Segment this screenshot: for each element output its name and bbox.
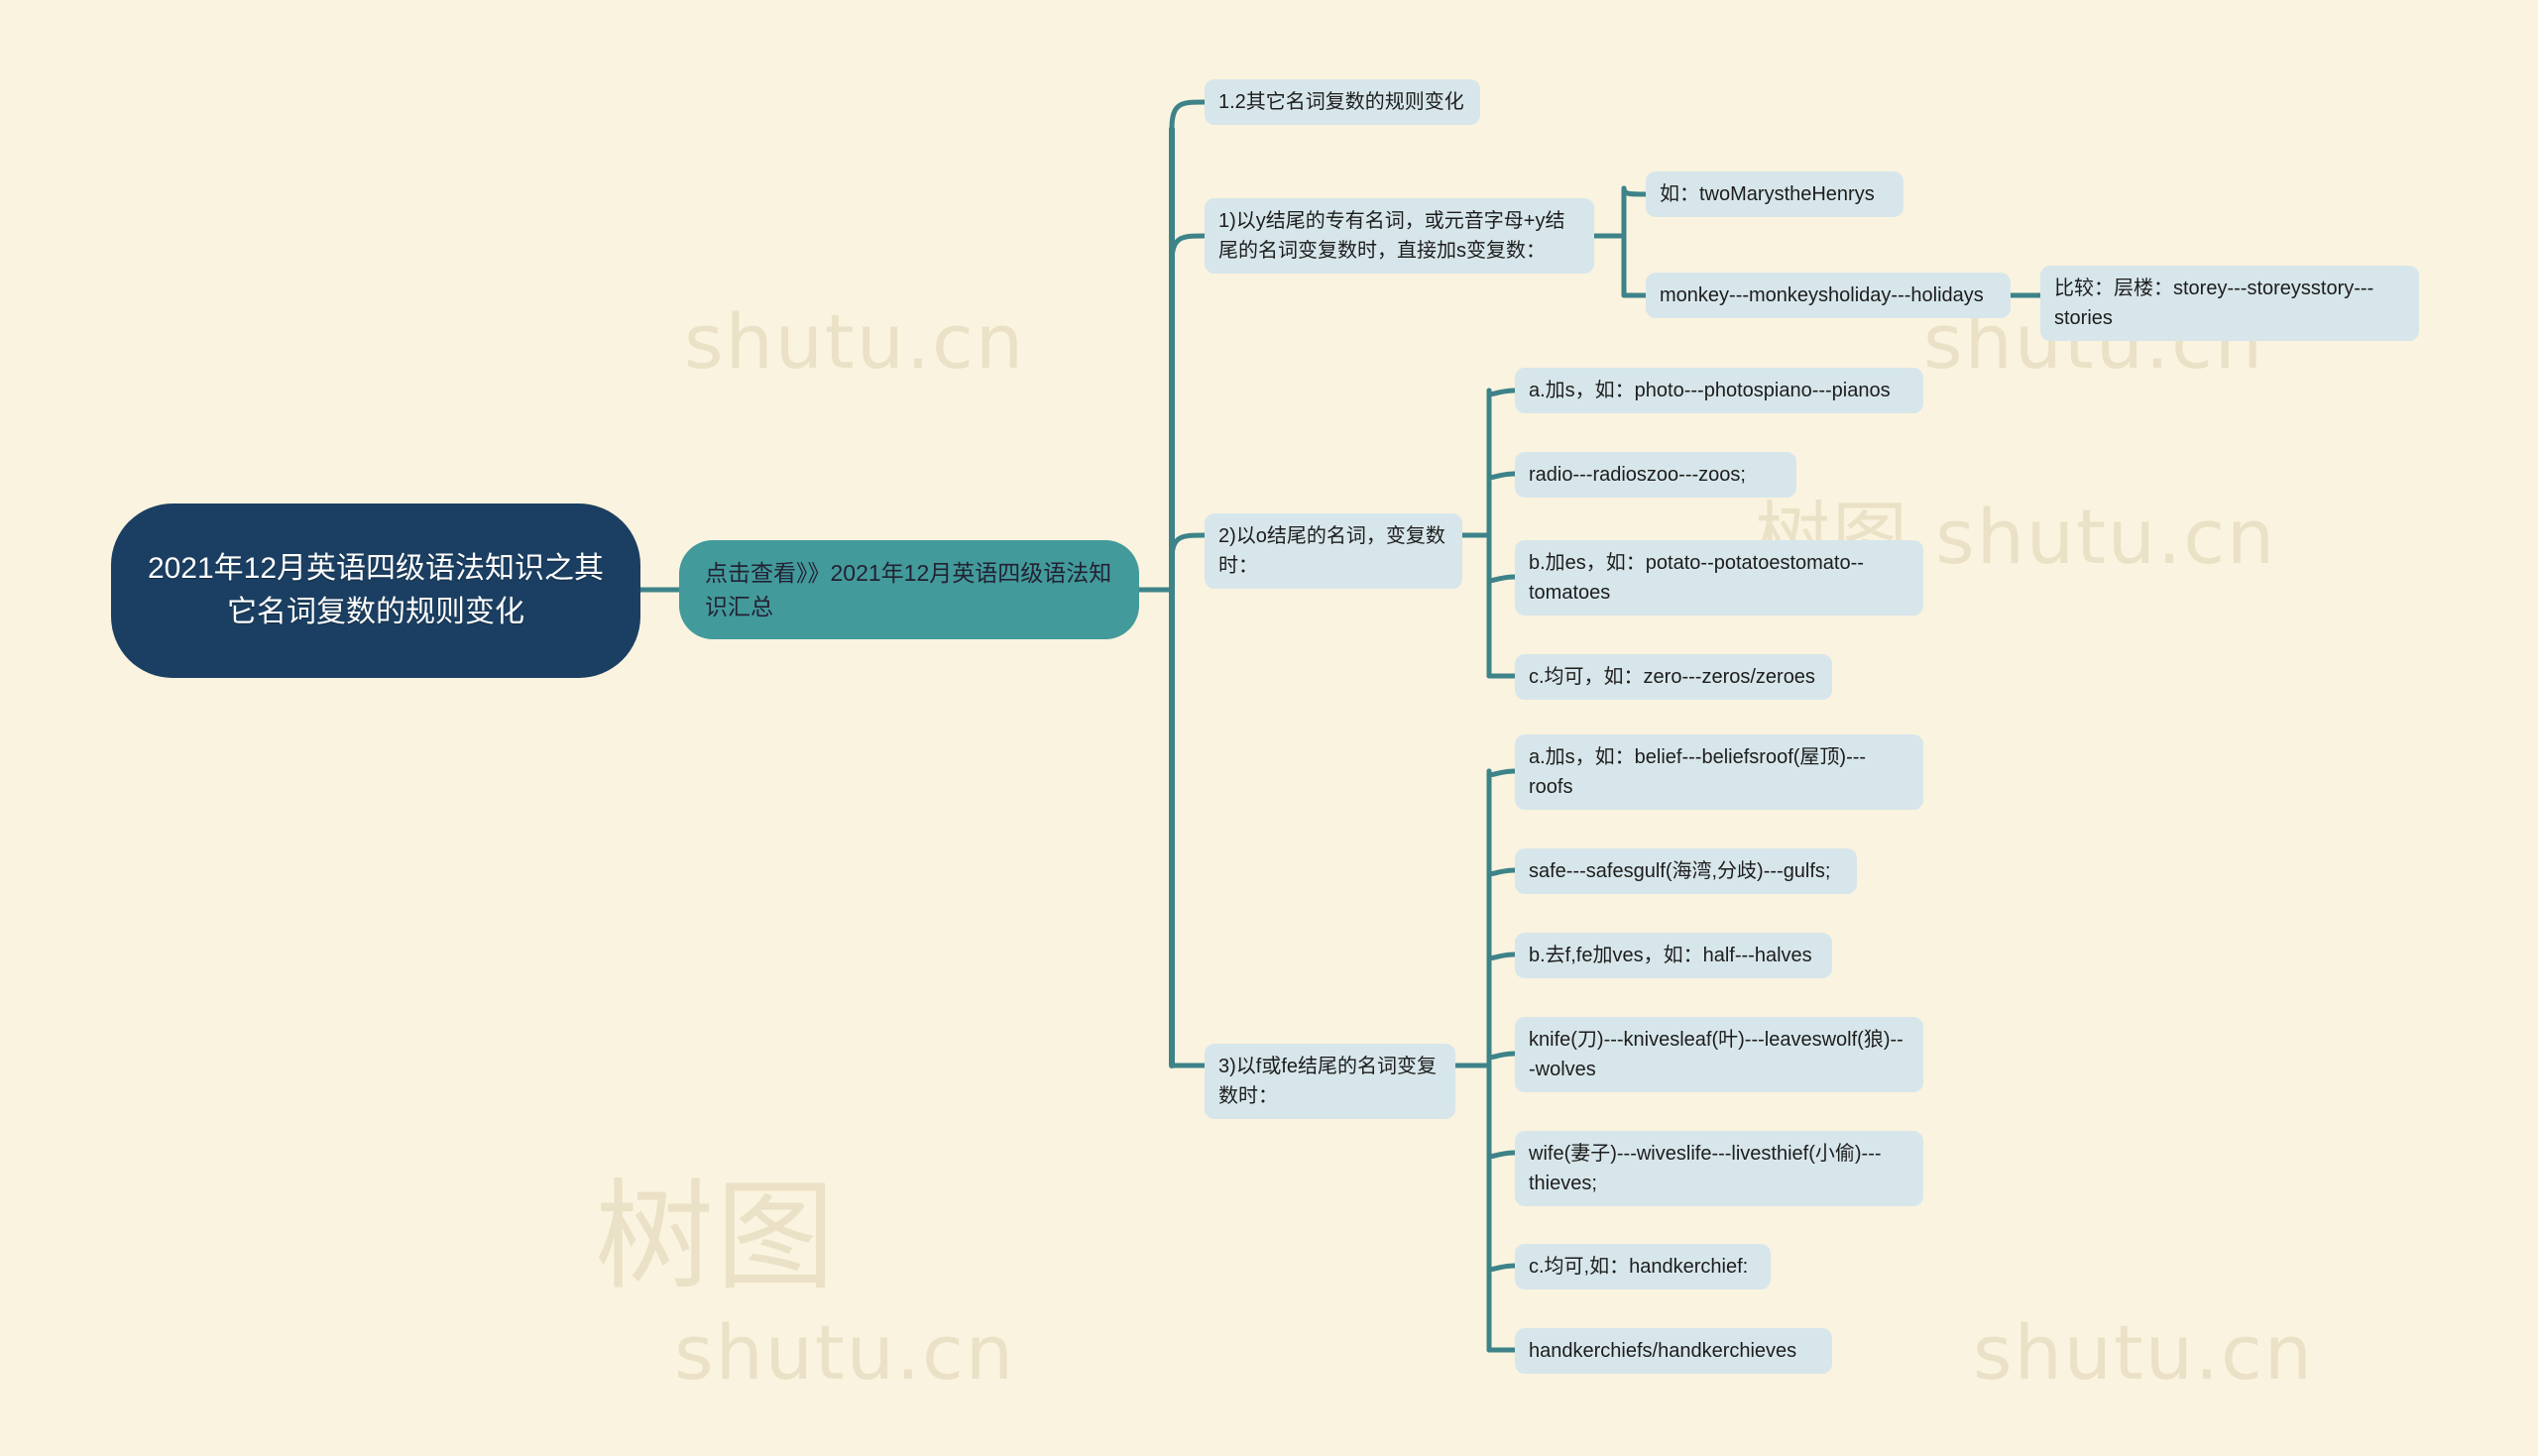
branch-node-4-child-4[interactable]: knife(刀)---knivesleaf(叶)---leaveswolf(狼)… [1515, 1017, 1923, 1092]
watermark: shutu.cn [674, 1308, 1016, 1397]
branch-node-3-child-4[interactable]: c.均可，如：zero---zeros/zeroes [1515, 654, 1832, 700]
level2-node[interactable]: 点击查看》》2021年12月英语四级语法知识汇总 [679, 540, 1139, 639]
watermark: shutu.cn [684, 297, 1026, 386]
watermark: 树图 [595, 1169, 837, 1306]
branch-node-3-child-1[interactable]: a.加s，如：photo---photospiano---pianos [1515, 368, 1923, 413]
watermark: shutu.cn [1973, 1308, 2315, 1397]
branch-node-4[interactable]: 3)以f或fe结尾的名词变复数时： [1205, 1044, 1455, 1119]
branch-node-2[interactable]: 1)以y结尾的专有名词，或元音字母+y结尾的名词变复数时，直接加s变复数： [1205, 198, 1594, 274]
branch-node-3[interactable]: 2)以o结尾的名词，变复数时： [1205, 513, 1462, 589]
branch-node-3-child-3[interactable]: b.加es，如：potato--potatoestomato--tomatoes [1515, 540, 1923, 616]
branch-node-4-child-2[interactable]: safe---safesgulf(海湾,分歧)---gulfs; [1515, 848, 1857, 894]
branch-node-4-child-7[interactable]: handkerchiefs/handkerchieves [1515, 1328, 1832, 1374]
branch-node-1[interactable]: 1.2其它名词复数的规则变化 [1205, 79, 1480, 125]
branch-node-2-child-2-child-1[interactable]: 比较：层楼：storey---storeysstory---stories [2040, 266, 2419, 341]
branch-node-4-child-6[interactable]: c.均可,如：handkerchief: [1515, 1244, 1771, 1289]
root-node[interactable]: 2021年12月英语四级语法知识之其它名词复数的规则变化 [111, 504, 640, 678]
branch-node-3-child-2[interactable]: radio---radioszoo---zoos; [1515, 452, 1796, 498]
branch-node-4-child-1[interactable]: a.加s，如：belief---beliefsroof(屋顶)---roofs [1515, 734, 1923, 810]
branch-node-2-child-2[interactable]: monkey---monkeysholiday---holidays [1646, 273, 2011, 318]
branch-node-4-child-3[interactable]: b.去f,fe加ves，如：half---halves [1515, 933, 1832, 978]
branch-node-4-child-5[interactable]: wife(妻子)---wiveslife---livesthief(小偷)---… [1515, 1131, 1923, 1206]
mindmap-canvas: shutu.cn shutu.cn shutu.cn shutu.cn 树图 s… [0, 0, 2538, 1456]
branch-node-2-child-1[interactable]: 如：twoMarystheHenrys [1646, 171, 1904, 217]
